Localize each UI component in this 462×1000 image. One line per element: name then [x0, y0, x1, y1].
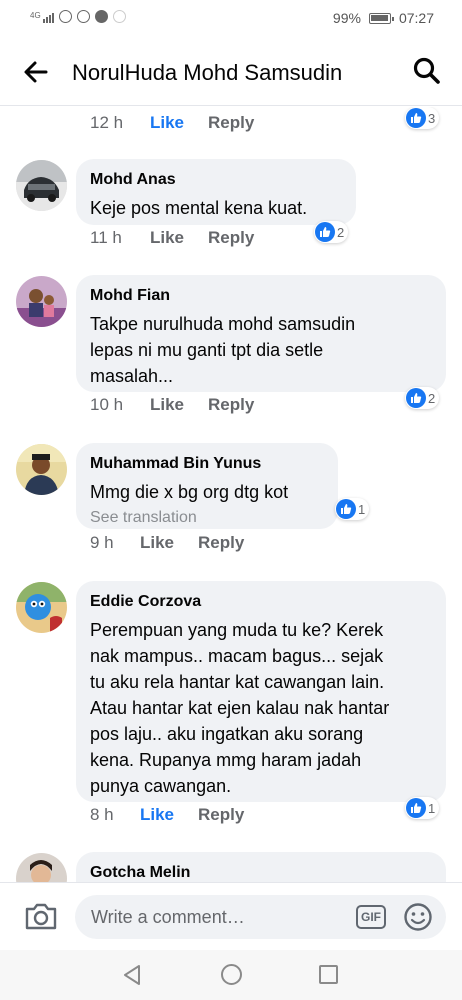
comment-author[interactable]: Mohd Fian — [90, 285, 432, 307]
search-icon — [413, 57, 440, 84]
emoji-button[interactable] — [403, 902, 433, 932]
comment-text-line: Perempuan yang muda tu ke? Kerek — [90, 620, 384, 640]
arrow-left-icon — [24, 61, 48, 83]
comment-time: 12 h — [90, 113, 124, 132]
like-button[interactable]: Like — [140, 805, 198, 825]
status-time: 07:27 — [398, 10, 434, 26]
reaction-summary[interactable]: 2 — [314, 221, 349, 243]
facebook-notification-icon — [94, 10, 108, 23]
smiley-icon — [404, 903, 432, 931]
signal-icon: 4G — [30, 11, 54, 23]
comment-text: Takpe nurulhuda mohd samsudin lepas ni m… — [90, 311, 432, 389]
reaction-count: 3 — [428, 110, 436, 126]
camera-button[interactable] — [24, 901, 58, 931]
reply-button[interactable]: Reply — [208, 228, 254, 248]
reaction-count: 2 — [428, 390, 436, 406]
avatar[interactable] — [16, 853, 67, 882]
comment-text-line: pos laju.. aku ingatkan aku sorang — [90, 724, 364, 744]
network-type: 4G — [30, 10, 41, 20]
like-button[interactable]: Like — [150, 228, 208, 248]
page-title: NorulHuda Mohd Samsudin — [72, 60, 343, 85]
comment-bubble[interactable]: Mohd Fian Takpe nurulhuda mohd samsudin … — [76, 275, 446, 392]
comment-author[interactable]: Mohd Anas — [90, 169, 342, 191]
search-button[interactable] — [412, 56, 442, 86]
thumbs-up-icon — [406, 798, 426, 818]
reply-button[interactable]: Reply — [208, 395, 254, 415]
comment-text-line: Takpe nurulhuda mohd samsudin — [90, 314, 356, 334]
battery-percent: 99% — [332, 10, 361, 26]
reaction-count: 1 — [428, 800, 436, 816]
comment-author[interactable]: Muhammad Bin Yunus — [90, 453, 324, 475]
comment-feed[interactable]: 12 h Like Reply 3 Mohd Anas Keje pos men… — [0, 107, 462, 882]
status-bar: 4G 99% 07:27 — [0, 0, 462, 38]
reaction-summary[interactable]: 1 — [405, 797, 440, 819]
comment-text-line: tu aku rela hantar kat cawangan lain. — [90, 672, 385, 692]
like-button[interactable]: Like — [150, 113, 208, 133]
reply-button[interactable]: Reply — [208, 113, 254, 133]
thumbs-up-icon — [406, 108, 426, 128]
comment-composer: GIF — [0, 882, 462, 950]
comment-text: Keje pos mental kena kuat. — [90, 198, 308, 218]
nav-home-button[interactable] — [221, 964, 242, 985]
thumbs-up-icon — [315, 222, 335, 242]
like-button[interactable]: Like — [150, 395, 208, 415]
comment-text-line: Atau hantar kat ejen kalau nak hantar — [90, 698, 390, 718]
avatar[interactable] — [16, 276, 67, 327]
comment-bubble[interactable]: Gotcha Melin — [76, 852, 446, 882]
triangle-back-icon — [124, 965, 140, 985]
comment-text: Perempuan yang muda tu ke? Kerek nak mam… — [90, 617, 432, 799]
nav-back-button[interactable] — [122, 964, 142, 986]
camera-icon — [25, 903, 57, 930]
avatar[interactable] — [16, 160, 67, 211]
battery-icon — [368, 12, 394, 24]
see-translation-link[interactable]: See translation — [90, 507, 324, 529]
comment-actions: 8 h Like Reply — [90, 805, 244, 825]
reaction-summary[interactable]: 2 — [405, 387, 440, 409]
comment-text-line: kena. Rupanya mmg haram jadah — [90, 750, 362, 770]
nav-recents-button[interactable] — [319, 965, 338, 984]
reply-button[interactable]: Reply — [198, 805, 244, 825]
comment-text-line: nak mampus.. macam bagus... sejak — [90, 646, 384, 666]
comment-text-line: masalah... — [90, 366, 174, 386]
thumbs-up-icon — [406, 388, 426, 408]
comment-text-line: lepas ni mu ganti tpt dia setle — [90, 340, 324, 360]
like-button[interactable]: Like — [140, 533, 198, 553]
reaction-summary[interactable]: 1 — [335, 498, 370, 520]
comment-actions: 11 h Like Reply — [90, 228, 254, 248]
reply-button[interactable]: Reply — [198, 533, 244, 553]
comment-input[interactable] — [75, 895, 446, 939]
sync-icon — [76, 10, 90, 23]
comment-bubble[interactable]: Eddie Corzova Perempuan yang muda tu ke?… — [76, 581, 446, 802]
comment-bubble[interactable]: Mohd Anas Keje pos mental kena kuat. — [76, 159, 356, 225]
alarm-icon — [58, 10, 72, 23]
status-right: 99% 07:27 — [333, 10, 434, 26]
comment-actions: 10 h Like Reply — [90, 395, 254, 415]
thumbs-up-icon — [336, 499, 356, 519]
status-left: 4G — [30, 10, 126, 23]
back-button[interactable] — [22, 58, 50, 86]
comment-time: 11 h — [90, 228, 122, 247]
comment-time: 8 h — [90, 805, 114, 824]
reaction-count: 2 — [337, 224, 345, 240]
notification-icon — [112, 10, 126, 23]
comment-author[interactable]: Gotcha Melin — [90, 862, 432, 882]
system-navigation-bar — [0, 950, 462, 1000]
comment-time: 10 h — [90, 395, 124, 414]
gif-button[interactable]: GIF — [356, 905, 386, 929]
header: NorulHuda Mohd Samsudin — [0, 38, 462, 106]
comment-time: 9 h — [90, 533, 114, 552]
comment-actions: 12 h Like Reply — [90, 113, 254, 133]
comment-bubble[interactable]: Muhammad Bin Yunus Mmg die x bg org dtg … — [76, 443, 338, 529]
comment-text: Mmg die x bg org dtg kot — [90, 482, 289, 502]
avatar[interactable] — [16, 444, 67, 495]
avatar[interactable] — [16, 582, 67, 633]
comment-text-line: punya cawangan. — [90, 776, 232, 796]
reaction-count: 1 — [358, 501, 366, 517]
comment-actions: 9 h Like Reply — [90, 533, 244, 553]
comment-author[interactable]: Eddie Corzova — [90, 591, 432, 613]
reaction-summary[interactable]: 3 — [405, 107, 440, 129]
